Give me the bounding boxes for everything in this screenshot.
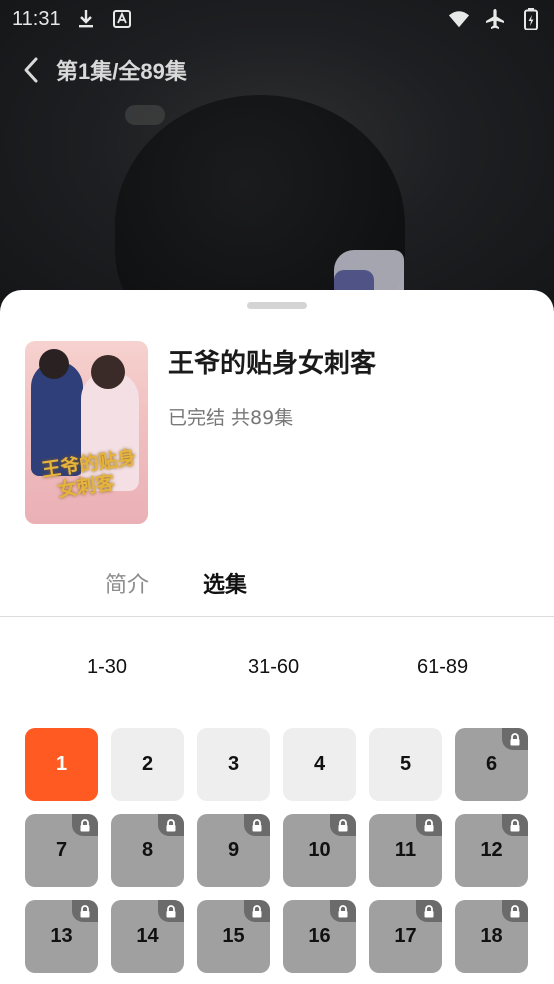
episode-number: 7 bbox=[55, 839, 68, 861]
episode-number: 2 bbox=[141, 753, 154, 775]
a-badge-icon bbox=[111, 8, 133, 30]
episode-number: 18 bbox=[480, 925, 503, 947]
episode-progress-label: 第1集/全89集 bbox=[56, 59, 187, 84]
episode-tile[interactable]: 14 bbox=[111, 900, 184, 973]
range-1-30[interactable]: 1-30 bbox=[87, 656, 127, 679]
episode-number: 12 bbox=[480, 839, 503, 861]
episode-number: 8 bbox=[141, 839, 154, 861]
episode-number: 1 bbox=[55, 753, 68, 775]
chevron-left-icon bbox=[24, 57, 38, 83]
status-time: 11:31 bbox=[12, 7, 61, 30]
episode-number: 16 bbox=[308, 925, 331, 947]
lock-icon bbox=[502, 900, 528, 922]
battery-icon bbox=[520, 8, 542, 30]
player-header: 第1集/全89集 bbox=[0, 48, 554, 92]
episode-number: 15 bbox=[222, 925, 245, 947]
lock-icon bbox=[416, 814, 442, 836]
episode-number: 6 bbox=[485, 753, 498, 775]
episode-number: 4 bbox=[313, 753, 326, 775]
episode-tile[interactable]: 8 bbox=[111, 814, 184, 887]
episode-grid: 1 2 3 4 5 6 7 8 9 10 11 12 13 14 15 16 17 18 bbox=[25, 728, 530, 973]
episode-number: 5 bbox=[399, 753, 412, 775]
download-icon bbox=[75, 8, 97, 30]
range-61-89[interactable]: 61-89 bbox=[417, 656, 468, 679]
lock-icon bbox=[244, 814, 270, 836]
sheet-drag-handle[interactable] bbox=[247, 302, 307, 309]
drama-status: 已完结 共89集 bbox=[168, 407, 294, 429]
lock-icon bbox=[72, 900, 98, 922]
status-bar: 11:31 bbox=[0, 0, 554, 38]
lock-icon bbox=[72, 814, 98, 836]
episode-tile[interactable]: 6 bbox=[455, 728, 528, 801]
episode-number: 3 bbox=[227, 753, 240, 775]
episode-tile[interactable]: 12 bbox=[455, 814, 528, 887]
range-31-60[interactable]: 31-60 bbox=[248, 656, 299, 679]
episode-number: 14 bbox=[136, 925, 159, 947]
episode-number: 13 bbox=[50, 925, 73, 947]
drama-title: 王爷的贴身女刺客 bbox=[168, 349, 377, 379]
episode-tile[interactable]: 2 bbox=[111, 728, 184, 801]
episode-tile[interactable]: 3 bbox=[197, 728, 270, 801]
back-button[interactable] bbox=[16, 50, 46, 90]
status-right bbox=[448, 8, 542, 30]
wifi-icon bbox=[448, 8, 470, 30]
episode-number: 9 bbox=[227, 839, 240, 861]
episode-tile[interactable]: 17 bbox=[369, 900, 442, 973]
tab-intro[interactable]: 简介 bbox=[105, 567, 149, 599]
episode-tile[interactable]: 18 bbox=[455, 900, 528, 973]
tab-episodes[interactable]: 选集 bbox=[203, 567, 247, 599]
lock-icon bbox=[416, 900, 442, 922]
lock-icon bbox=[502, 728, 528, 750]
episode-tile[interactable]: 10 bbox=[283, 814, 356, 887]
status-left: 11:31 bbox=[12, 8, 133, 31]
episode-tile[interactable]: 11 bbox=[369, 814, 442, 887]
lock-icon bbox=[330, 900, 356, 922]
lock-icon bbox=[158, 814, 184, 836]
episode-number: 17 bbox=[394, 925, 417, 947]
episode-tile[interactable]: 7 bbox=[25, 814, 98, 887]
tab-divider bbox=[0, 616, 554, 617]
episode-tile[interactable]: 9 bbox=[197, 814, 270, 887]
episode-tile[interactable]: 1 bbox=[25, 728, 98, 801]
airplane-icon bbox=[484, 8, 506, 30]
poster-figure-male-head bbox=[39, 349, 69, 379]
lock-icon bbox=[502, 814, 528, 836]
episode-tile[interactable]: 15 bbox=[197, 900, 270, 973]
episode-tile[interactable]: 16 bbox=[283, 900, 356, 973]
episode-tile[interactable]: 13 bbox=[25, 900, 98, 973]
episode-tile[interactable]: 5 bbox=[369, 728, 442, 801]
video-hair-ornament bbox=[125, 105, 165, 125]
lock-icon bbox=[330, 814, 356, 836]
poster-figure-female-head bbox=[91, 355, 125, 389]
episode-tile[interactable]: 4 bbox=[283, 728, 356, 801]
episode-number: 11 bbox=[394, 839, 417, 861]
lock-icon bbox=[244, 900, 270, 922]
episode-sheet: 王爷的贴身 女刺客 王爷的贴身女刺客 已完结 共89集 简介 选集 1-30 3… bbox=[0, 290, 554, 984]
lock-icon bbox=[158, 900, 184, 922]
drama-poster: 王爷的贴身 女刺客 bbox=[25, 341, 148, 524]
episode-number: 10 bbox=[308, 839, 331, 861]
